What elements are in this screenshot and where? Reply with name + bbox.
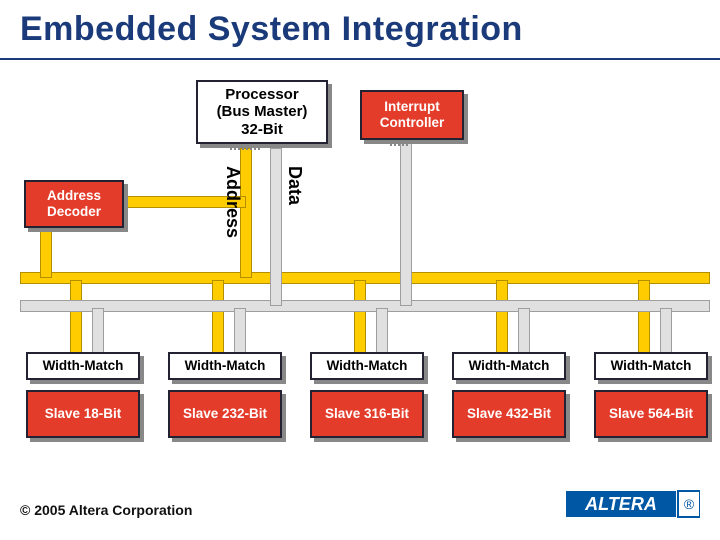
altera-logo: ALTERA ® xyxy=(566,487,700,526)
slave-3-block: Slave 316-Bit xyxy=(310,390,424,438)
slide: Embedded System Integration Address Data… xyxy=(0,0,720,540)
copyright-text: © 2005 Altera Corporation xyxy=(20,502,192,518)
svg-text:ALTERA: ALTERA xyxy=(584,494,657,514)
slave-2-block: Slave 232-Bit xyxy=(168,390,282,438)
address-bus-drop-5 xyxy=(638,280,650,356)
address-bus-drop-2 xyxy=(212,280,224,356)
slave-1-block: Slave 18-Bit xyxy=(26,390,140,438)
address-decoder-block: AddressDecoder xyxy=(24,180,124,228)
data-bus-drop-5 xyxy=(660,308,672,356)
address-bus-drop-3 xyxy=(354,280,366,356)
width-match-4-label: Width-Match xyxy=(454,354,564,378)
slave-4-label: Slave 432-Bit xyxy=(454,392,564,436)
processor-label: Processor(Bus Master)32-Bit xyxy=(198,82,326,142)
address-bus-drop-4 xyxy=(496,280,508,356)
slave-4-block: Slave 432-Bit xyxy=(452,390,566,438)
interrupt-controller-label: InterruptController xyxy=(362,92,462,138)
data-bus-drop-4 xyxy=(518,308,530,356)
width-match-1: Width-Match xyxy=(26,352,140,380)
data-bus-from-processor xyxy=(270,148,282,306)
data-bus-drop-1 xyxy=(92,308,104,356)
irq-bus-vertical xyxy=(400,140,412,306)
width-match-1-label: Width-Match xyxy=(28,354,138,378)
slave-2-label: Slave 232-Bit xyxy=(170,392,280,436)
address-bus-label: Address xyxy=(222,166,243,238)
address-bus-drop-1 xyxy=(70,280,82,356)
width-match-2: Width-Match xyxy=(168,352,282,380)
slide-title: Embedded System Integration xyxy=(20,10,523,49)
slave-5-block: Slave 564-Bit xyxy=(594,390,708,438)
address-bus-from-decoder-v xyxy=(40,228,52,278)
data-bus-drop-3 xyxy=(376,308,388,356)
data-bus-label: Data xyxy=(284,166,305,205)
slave-5-label: Slave 564-Bit xyxy=(596,392,706,436)
width-match-3-label: Width-Match xyxy=(312,354,422,378)
slave-3-label: Slave 316-Bit xyxy=(312,392,422,436)
width-match-2-label: Width-Match xyxy=(170,354,280,378)
title-underline xyxy=(0,58,720,60)
interrupt-controller-block: InterruptController xyxy=(360,90,464,140)
svg-text:®: ® xyxy=(684,496,695,512)
width-match-3: Width-Match xyxy=(310,352,424,380)
data-bus-horizontal xyxy=(20,300,710,312)
processor-block: Processor(Bus Master)32-Bit xyxy=(196,80,328,144)
width-match-5-label: Width-Match xyxy=(596,354,706,378)
width-match-4: Width-Match xyxy=(452,352,566,380)
address-decoder-label: AddressDecoder xyxy=(26,182,122,226)
data-bus-drop-2 xyxy=(234,308,246,356)
slave-1-label: Slave 18-Bit xyxy=(28,392,138,436)
width-match-5: Width-Match xyxy=(594,352,708,380)
